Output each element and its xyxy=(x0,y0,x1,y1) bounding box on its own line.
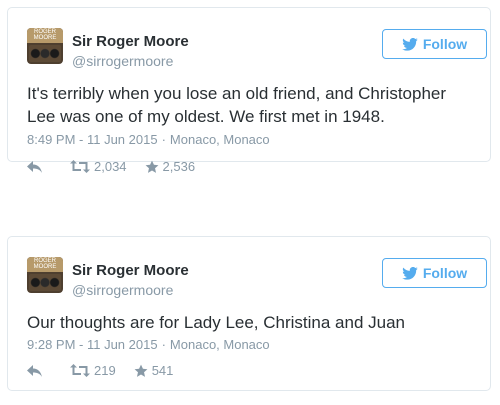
user-name[interactable]: Sir Roger Moore xyxy=(72,33,189,50)
tweet-meta: 8:49 PM - 11 Jun 2015 · Monaco, Monaco xyxy=(27,132,270,147)
user-handle[interactable]: @sirrogermoore xyxy=(72,53,173,69)
follow-button[interactable]: Follow xyxy=(382,258,487,288)
favorite-button[interactable]: 2,536 xyxy=(145,159,196,174)
reply-icon xyxy=(27,160,42,173)
like-count: 2,536 xyxy=(162,159,196,174)
reply-button[interactable] xyxy=(27,160,42,173)
tweet-location[interactable]: Monaco, Monaco xyxy=(170,337,270,352)
avatar[interactable]: ROGER MOORE xyxy=(27,28,63,64)
tweet-text: It's terribly when you lose an old frien… xyxy=(27,84,447,126)
reply-icon xyxy=(27,364,42,377)
twitter-bird-icon xyxy=(402,37,418,51)
retweet-count: 2,034 xyxy=(94,159,127,174)
retweet-button[interactable]: 2,034 xyxy=(70,159,127,174)
tweet-meta: 9:28 PM - 11 Jun 2015 · Monaco, Monaco xyxy=(27,337,270,352)
star-icon xyxy=(145,160,158,173)
user-name[interactable]: Sir Roger Moore xyxy=(72,262,189,279)
avatar-logo-text: ROGER MOORE xyxy=(27,257,63,272)
tweet-actions: 2,034 2,536 xyxy=(27,159,195,174)
tweet-card: ROGER MOORE Sir Roger Moore @sirrogermoo… xyxy=(7,236,491,391)
tweet-location[interactable]: Monaco, Monaco xyxy=(170,132,270,147)
follow-label: Follow xyxy=(422,265,468,281)
avatar-photo xyxy=(29,45,61,62)
tweet-text: Our thoughts are for Lady Lee, Christina… xyxy=(27,313,406,332)
avatar-logo-text: ROGER MOORE xyxy=(27,28,63,43)
favorite-button[interactable]: 541 xyxy=(134,363,174,378)
retweet-icon xyxy=(70,364,90,377)
avatar-photo xyxy=(29,274,61,291)
star-icon xyxy=(134,364,148,377)
tweet-actions: 219 541 xyxy=(27,363,173,378)
follow-label: Follow xyxy=(422,36,468,52)
user-handle[interactable]: @sirrogermoore xyxy=(72,282,173,298)
twitter-bird-icon xyxy=(402,266,418,280)
avatar[interactable]: ROGER MOORE xyxy=(27,257,63,293)
tweet-card: ROGER MOORE Sir Roger Moore @sirrogermoo… xyxy=(7,7,491,174)
retweet-icon xyxy=(70,160,90,173)
reply-button[interactable] xyxy=(27,364,42,377)
follow-button[interactable]: Follow xyxy=(382,29,487,59)
tweet-timestamp[interactable]: 9:28 PM - 11 Jun 2015 xyxy=(27,337,158,352)
retweet-button[interactable]: 219 xyxy=(70,363,116,378)
retweet-count: 219 xyxy=(94,363,116,378)
tweet-timestamp[interactable]: 8:49 PM - 11 Jun 2015 xyxy=(27,132,158,147)
like-count: 541 xyxy=(151,363,174,378)
